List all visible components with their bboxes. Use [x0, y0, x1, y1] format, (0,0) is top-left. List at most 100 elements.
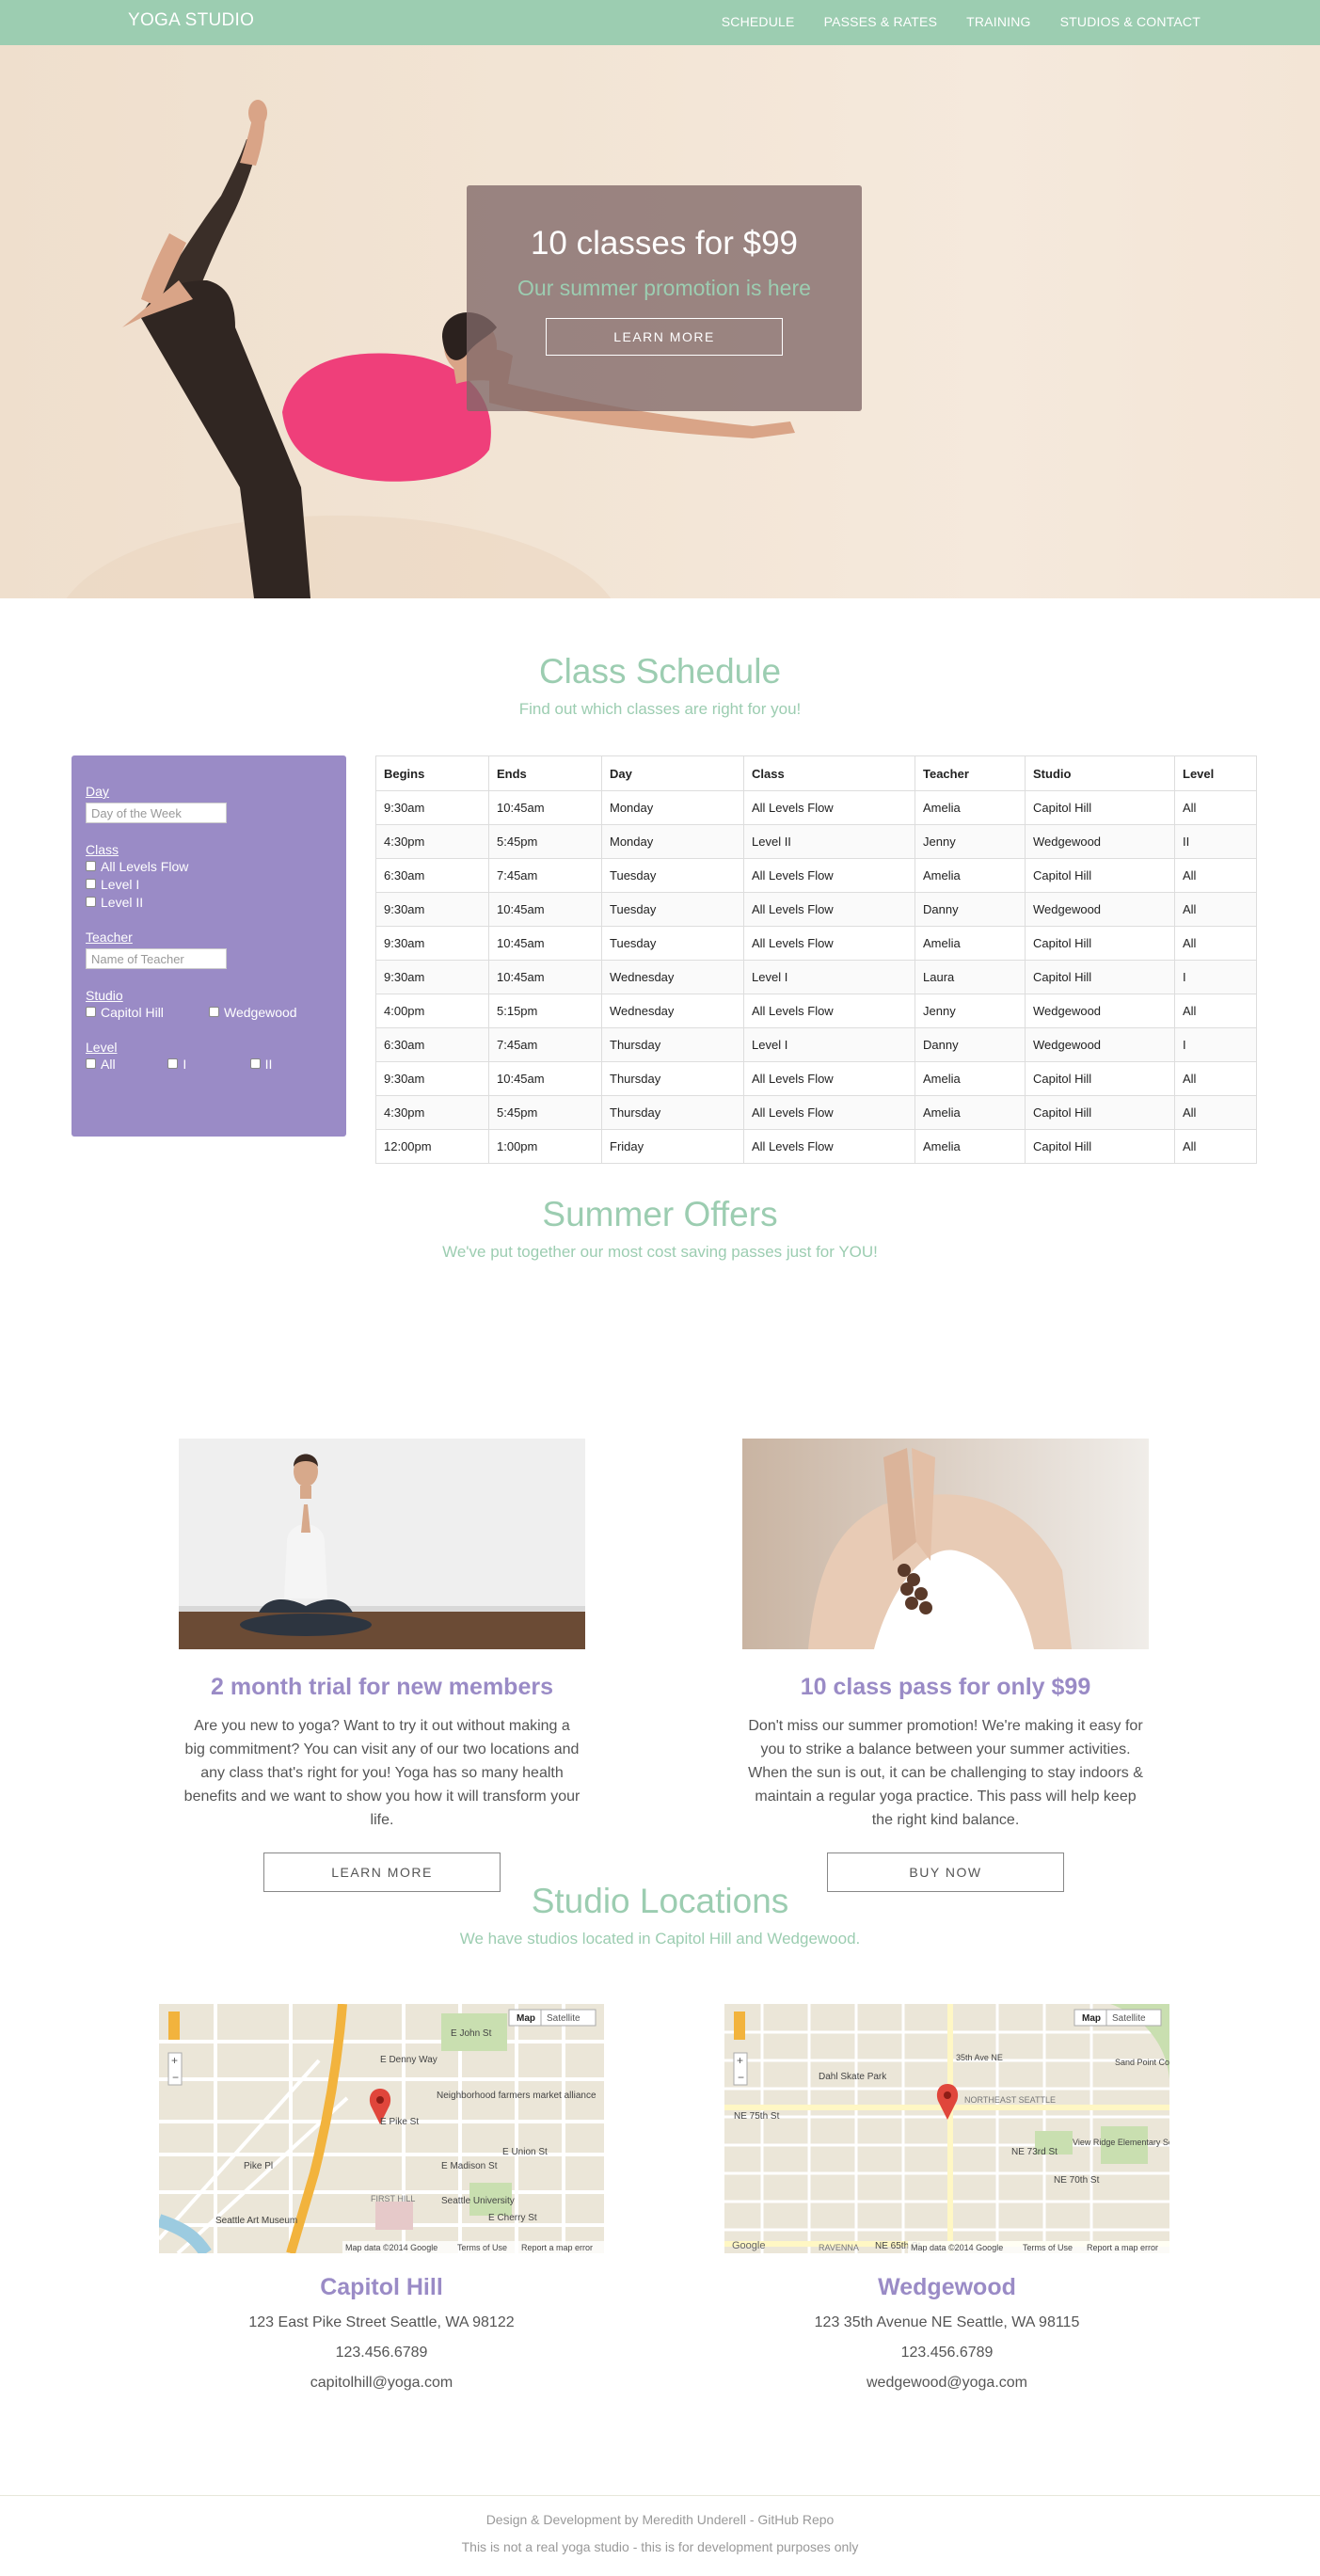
table-cell: 7:45am	[488, 858, 602, 893]
class-filter-label: Class	[86, 842, 119, 857]
teacher-filter-input[interactable]: Name of Teacher	[86, 948, 227, 969]
map-attribution: Map data ©2014 Google	[345, 2243, 437, 2252]
nav-passes-rates[interactable]: PASSES & RATES	[824, 14, 938, 29]
map-terms-link: Terms of Use	[1023, 2243, 1073, 2252]
table-cell: 9:30am	[375, 926, 489, 961]
level-checkbox-all[interactable]: All	[86, 1055, 167, 1073]
table-cell: All Levels Flow	[743, 926, 915, 961]
nav-links: SCHEDULE PASSES & RATES TRAINING STUDIOS…	[722, 14, 1201, 29]
level-checkbox-i[interactable]: I	[167, 1055, 249, 1073]
table-cell: Monday	[601, 824, 744, 859]
table-cell: Laura	[914, 960, 1026, 994]
learn-more-button[interactable]: LEARN MORE	[546, 318, 783, 356]
class-schedule-section: Class Schedule Find out which classes ar…	[0, 598, 1320, 1195]
table-cell: Thursday	[601, 1095, 744, 1130]
schedule-table: Begins Ends Day Class Teacher Studio Lev…	[375, 755, 1257, 1164]
checkbox-icon[interactable]	[167, 1058, 179, 1069]
location-name: Capitol Hill	[320, 2274, 443, 2300]
table-cell: All	[1174, 1129, 1257, 1164]
column-header: Day	[601, 755, 744, 791]
class-checkbox-all-levels-flow[interactable]: All Levels Flow	[86, 857, 332, 875]
nav-schedule[interactable]: SCHEDULE	[722, 14, 795, 29]
map-label: NE 73rd St	[1011, 2147, 1058, 2157]
table-cell: All	[1174, 994, 1257, 1028]
table-cell: 10:45am	[488, 790, 602, 825]
table-header-row: Begins Ends Day Class Teacher Studio Lev…	[375, 755, 1257, 791]
schedule-subtitle: Find out which classes are right for you…	[518, 700, 802, 718]
table-cell: All Levels Flow	[743, 892, 915, 927]
location-phone: 123.456.6789	[335, 2345, 428, 2361]
table-cell: Thursday	[601, 1061, 744, 1096]
map-wedgewood[interactable]: NE 75th St NE 70th St NE 65th St NE 73rd…	[724, 2004, 1169, 2253]
footer-credits[interactable]: Design & Development by Meredith Underel…	[0, 2512, 1320, 2527]
table-cell: 10:45am	[488, 960, 602, 994]
location-email[interactable]: wedgewood@yoga.com	[724, 2375, 1169, 2392]
table-cell: Monday	[601, 790, 744, 825]
offer-text: Don't miss our summer promotion! We're m…	[748, 1718, 1143, 1828]
table-cell: Danny	[914, 892, 1026, 927]
table-row: 4:30pm 5:45pm Thursday All Levels Flow Ameli…	[375, 1095, 1257, 1130]
table-row: 9:30am 10:45am Tuesday All Levels Flow Ameli…	[375, 926, 1257, 961]
checkbox-icon[interactable]	[86, 1007, 96, 1017]
table-cell: All	[1174, 926, 1257, 961]
checkbox-icon[interactable]	[86, 861, 96, 871]
table-cell: Wedgewood	[1025, 824, 1175, 859]
table-cell: Capitol Hill	[1025, 858, 1175, 893]
table-cell: 5:15pm	[488, 994, 602, 1028]
checkbox-icon[interactable]	[86, 1058, 96, 1069]
table-cell: Wedgewood	[1025, 994, 1175, 1028]
table-cell: Amelia	[914, 926, 1026, 961]
promo-subtitle: Our summer promotion is here	[517, 276, 811, 300]
table-row: 9:30am 10:45am Thursday All Levels Flow Amel…	[375, 1061, 1257, 1096]
table-cell: 4:30pm	[375, 1095, 489, 1130]
map-type-button: Map	[517, 2013, 535, 2024]
checkbox-icon[interactable]	[86, 897, 96, 907]
day-filter-label: Day	[86, 784, 109, 799]
table-cell: I	[1174, 960, 1257, 994]
checkbox-icon[interactable]	[209, 1007, 219, 1017]
table-cell: Amelia	[914, 858, 1026, 893]
table-row: 4:00pm 5:15pm Wednesday All Levels Flow Jenn…	[375, 994, 1257, 1028]
map-label: 35th Ave NE	[956, 2053, 1003, 2062]
brand-logo[interactable]: YOGA STUDIO	[128, 10, 254, 31]
nav-training[interactable]: TRAINING	[966, 14, 1031, 29]
checkbox-icon[interactable]	[86, 879, 96, 889]
table-cell: Capitol Hill	[1025, 1095, 1175, 1130]
studio-checkbox-capitol-hill[interactable]: Capitol Hill	[86, 1003, 209, 1021]
table-cell: Capitol Hill	[1025, 1129, 1175, 1164]
table-cell: Jenny	[914, 824, 1026, 859]
location-card-wedgewood: NE 75th St NE 70th St NE 65th St NE 73rd…	[724, 2004, 1169, 2392]
offer-image-seated-yoga	[179, 1439, 585, 1649]
map-label: RAVENNA	[819, 2243, 859, 2252]
table-cell: Thursday	[601, 1027, 744, 1062]
class-checkbox-level-i[interactable]: Level I	[86, 875, 332, 893]
map-label: Dahl Skate Park	[819, 2072, 887, 2082]
level-checkbox-ii[interactable]: II	[249, 1055, 332, 1073]
table-cell: 10:45am	[488, 926, 602, 961]
location-address: 123 East Pike Street Seattle, WA 98122	[248, 2314, 515, 2330]
svg-text:−: −	[172, 2071, 179, 2084]
map-label: Sand Point Country	[1115, 2058, 1169, 2067]
table-row: 6:30am 7:45am Tuesday All Levels Flow Amelia…	[375, 858, 1257, 893]
svg-text:−: −	[738, 2071, 744, 2084]
day-filter-input[interactable]: Day of the Week	[86, 803, 227, 823]
map-label: View Ridge Elementary School	[1073, 2138, 1169, 2147]
table-cell: All Levels Flow	[743, 1129, 915, 1164]
level-filter-label: Level	[86, 1040, 118, 1055]
table-cell: Wednesday	[601, 960, 744, 994]
map-terms-link: Terms of Use	[457, 2243, 507, 2252]
map-capitol-hill[interactable]: E John St E Denny Way E Pike St E Union …	[159, 2004, 604, 2253]
nav-studios-contact[interactable]: STUDIOS & CONTACT	[1060, 14, 1201, 29]
class-checkbox-level-ii[interactable]: Level II	[86, 893, 332, 911]
schedule-table-body: 9:30am 10:45am Monday All Levels Flow Amelia…	[375, 790, 1257, 1164]
table-cell: 12:00pm	[375, 1129, 489, 1164]
studio-checkbox-wedgewood[interactable]: Wedgewood	[209, 1003, 332, 1021]
table-cell: Amelia	[914, 1129, 1026, 1164]
promo-title: 10 classes for $99	[530, 225, 799, 262]
satellite-type-button: Satellite	[1112, 2013, 1146, 2024]
table-cell: Tuesday	[601, 858, 744, 893]
table-cell: Danny	[914, 1027, 1026, 1062]
location-email: capitolhill@yoga.com	[310, 2375, 453, 2391]
table-cell: Level I	[743, 960, 915, 994]
checkbox-icon[interactable]	[249, 1058, 261, 1069]
